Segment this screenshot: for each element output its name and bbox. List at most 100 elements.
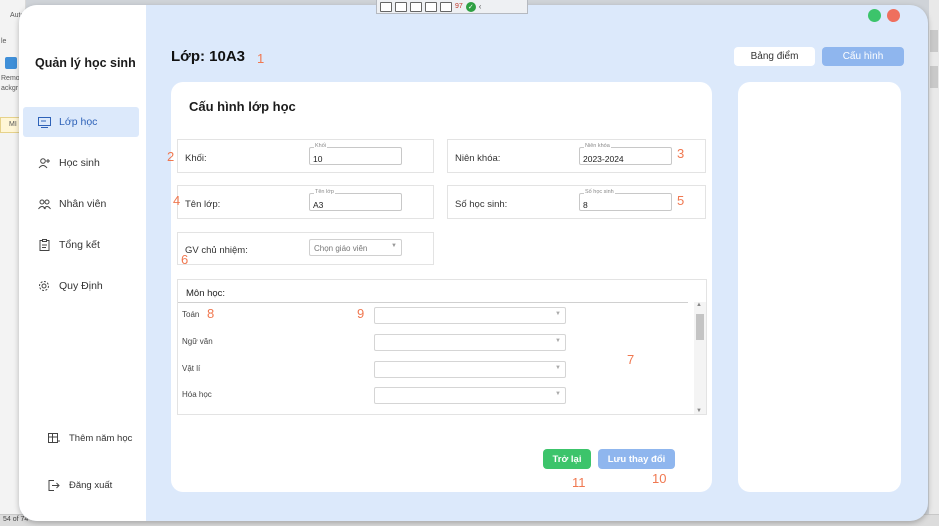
logout-icon xyxy=(47,478,61,492)
subject-teacher-select[interactable]: ▼ xyxy=(374,334,566,351)
divider xyxy=(178,302,688,303)
card-title: Cấu hình lớp học xyxy=(189,99,296,114)
year-value: 2023-2024 xyxy=(583,154,624,164)
subject-teacher-select[interactable]: ▼ xyxy=(374,307,566,324)
class-name-input[interactable]: Tên lớp A3 xyxy=(309,189,402,211)
add-year-icon xyxy=(47,431,61,445)
nav-item-nhan-vien[interactable]: Nhân viên xyxy=(23,189,139,219)
annotation-label: 1 xyxy=(257,51,265,66)
year-caption: Niên khóa xyxy=(584,143,611,149)
grade-label: Khối: xyxy=(185,153,207,164)
scrollbar-thumb[interactable] xyxy=(696,314,704,340)
logout-button[interactable]: Đăng xuất xyxy=(23,470,139,500)
class-name-caption: Tên lớp xyxy=(314,189,335,195)
year-label: Niên khóa: xyxy=(455,153,501,164)
nav-item-label: Học sinh xyxy=(59,157,100,169)
background-widget xyxy=(930,30,938,52)
scroll-down-icon[interactable]: ▼ xyxy=(696,408,702,414)
cursor-icon[interactable] xyxy=(410,1,422,12)
student-count-label: Số học sinh: xyxy=(455,199,508,210)
subjects-scrollbar[interactable]: ▲ ▼ xyxy=(694,302,706,414)
annotation-label: 2 xyxy=(167,149,175,164)
grade-field-group: Khối: Khối 10 xyxy=(177,139,434,173)
back-button[interactable]: Trở lại xyxy=(543,449,591,469)
video-icon[interactable] xyxy=(395,1,407,12)
subjects-label: Môn học: xyxy=(186,288,226,299)
settings-icon xyxy=(37,279,51,293)
classroom-icon xyxy=(37,115,51,129)
class-name-label: Tên lớp: xyxy=(185,199,221,210)
app-title: Quản lý học sinh xyxy=(35,56,136,70)
background-label: ackgr xyxy=(1,85,19,92)
annotation-label: 6 xyxy=(181,252,189,267)
add-school-year-button[interactable]: Thêm năm học xyxy=(23,423,139,453)
student-count-value: 8 xyxy=(583,200,588,210)
side-panel xyxy=(738,82,901,492)
student-count-input[interactable]: Số học sinh 8 xyxy=(579,189,672,211)
subject-name: Ngữ văn xyxy=(182,337,213,346)
save-changes-button[interactable]: Lưu thay đổi xyxy=(598,449,675,469)
subject-name: Vật lí xyxy=(182,364,201,373)
counter-badge: 97 xyxy=(455,3,463,10)
background-right-strip xyxy=(929,0,939,526)
chevron-left-icon[interactable]: ‹ xyxy=(479,2,482,11)
config-button[interactable]: Cấu hình xyxy=(822,47,904,66)
background-label: MI xyxy=(9,121,17,128)
annotation-label: 10 xyxy=(652,471,667,486)
config-card: Cấu hình lớp học Khối: Khối 10 2 Niên kh… xyxy=(167,82,712,492)
subject-teacher-select[interactable]: ▼ xyxy=(374,387,566,404)
annotation-label: 8 xyxy=(207,306,215,321)
annotation-label: 4 xyxy=(173,193,181,208)
checkmark-icon[interactable]: ✓ xyxy=(465,1,476,12)
scroll-up-icon[interactable]: ▲ xyxy=(696,302,702,308)
floating-toolbar: 97 ✓ ‹ xyxy=(376,0,528,14)
page-title: Lớp: 10A3 xyxy=(171,48,246,65)
background-label: le xyxy=(1,38,7,45)
year-input[interactable]: Niên khóa 2023-2024 xyxy=(579,143,672,165)
chevron-down-icon: ▼ xyxy=(555,311,561,317)
annotation-label: 5 xyxy=(677,193,685,208)
homeroom-teacher-field-group: GV chủ nhiệm: Chọn giáo viên ▼ xyxy=(177,232,434,265)
maximize-button[interactable] xyxy=(868,9,881,22)
student-icon xyxy=(37,156,51,170)
chevron-down-icon: ▼ xyxy=(555,338,561,344)
student-count-field-group: Số học sinh: Số học sinh 8 xyxy=(447,185,706,219)
chevron-down-icon: ▼ xyxy=(555,365,561,371)
grade-input[interactable]: Khối 10 xyxy=(309,143,402,165)
rectangle-icon[interactable] xyxy=(425,1,437,12)
class-name-value: A3 xyxy=(313,200,324,210)
logout-label: Đăng xuất xyxy=(69,479,113,491)
app-icon xyxy=(5,57,17,69)
student-count-caption: Số học sinh xyxy=(584,189,615,195)
sidebar: Quản lý học sinh Lớp học Học sinh Nhân v… xyxy=(19,5,146,521)
homeroom-teacher-select[interactable]: Chọn giáo viên ▼ xyxy=(309,239,402,256)
background-widget xyxy=(930,66,938,88)
class-name-field-group: Tên lớp: Tên lớp A3 xyxy=(177,185,434,219)
subjects-panel: Môn học: Toán ▼ Ngữ văn ▼ Vật lí ▼ Hóa h… xyxy=(177,279,707,415)
annotation-label: 9 xyxy=(357,306,365,321)
subject-teacher-select[interactable]: ▼ xyxy=(374,361,566,378)
close-button[interactable] xyxy=(887,9,900,22)
homeroom-teacher-label: GV chủ nhiệm: xyxy=(185,245,248,256)
keyboard-icon[interactable] xyxy=(440,1,452,12)
homeroom-teacher-placeholder: Chọn giáo viên xyxy=(314,244,368,253)
nav-item-label: Tổng kết xyxy=(59,239,100,251)
staff-icon xyxy=(37,197,51,211)
app-window: Quản lý học sinh Lớp học Học sinh Nhân v… xyxy=(19,5,928,521)
nav-item-quy-dinh[interactable]: Quy Định xyxy=(23,271,139,301)
window-icon[interactable] xyxy=(380,1,392,12)
chevron-down-icon: ▼ xyxy=(555,391,561,397)
nav-item-lop-hoc[interactable]: Lớp học xyxy=(23,107,139,137)
grade-value: 10 xyxy=(313,154,323,164)
grades-button[interactable]: Bảng điểm xyxy=(734,47,815,66)
annotation-label: 3 xyxy=(677,146,685,161)
grade-caption: Khối xyxy=(314,143,328,149)
nav-item-label: Quy Định xyxy=(59,280,103,292)
nav-item-label: Nhân viên xyxy=(59,198,107,210)
summary-icon xyxy=(37,238,51,252)
nav-item-tong-ket[interactable]: Tổng kết xyxy=(23,230,139,260)
year-field-group: Niên khóa: Niên khóa 2023-2024 xyxy=(447,139,706,173)
annotation-label: 7 xyxy=(627,352,635,367)
subject-name: Toán xyxy=(182,310,200,319)
nav-item-hoc-sinh[interactable]: Học sinh xyxy=(23,148,139,178)
